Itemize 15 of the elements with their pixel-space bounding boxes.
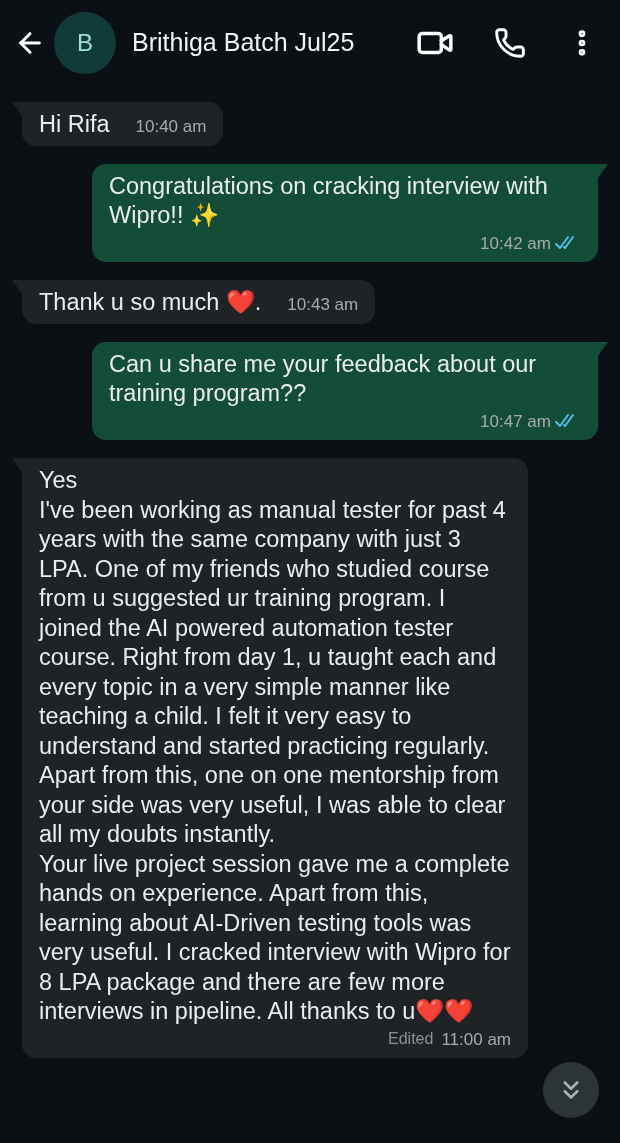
message-time: 10:40 am	[135, 116, 207, 138]
message-time: 10:42 am	[480, 232, 551, 255]
message-text: Can u share me your feedback about our training program??	[109, 349, 538, 408]
message-text: Congratulations on cracking interview with Wipro!! ✨	[109, 171, 549, 230]
message-time: 11:00 am	[441, 1028, 511, 1051]
avatar[interactable]: B	[54, 12, 116, 74]
phone-icon[interactable]	[494, 27, 526, 59]
scroll-down-button[interactable]	[543, 1062, 599, 1118]
chat-title[interactable]: Brithiga Batch Jul25	[132, 24, 355, 62]
message-text: Yes I've been working as manual tester for past 4 years with the same company with just 3 LPA. One of my friends who studied course from u suggested ur training program. I joined the AI powered automation tester course. Right from day 1, u taught each and every topic in a very simple manner like teaching a child. I felt it very easy to understand and started practicing regularly. Apart from this, one on one mentorship from your side was very useful, I was able to clear all my doubts instantly. Your live project session gave me a complete hands on experience. Apart from this, learning about AI-Driven testing tools was very useful. I cracked interview with Wipro for 8 LPA package and there are few more interviews in pipeline. All thanks to u❤❤	[39, 467, 511, 1024]
message-text: Thank u so much ❤.	[39, 288, 262, 317]
edited-label: Edited	[388, 1029, 434, 1050]
message-time: 10:43 am	[287, 294, 359, 316]
message-text: Hi Rifa	[39, 110, 110, 139]
message-time: 10:47 am	[480, 410, 551, 433]
